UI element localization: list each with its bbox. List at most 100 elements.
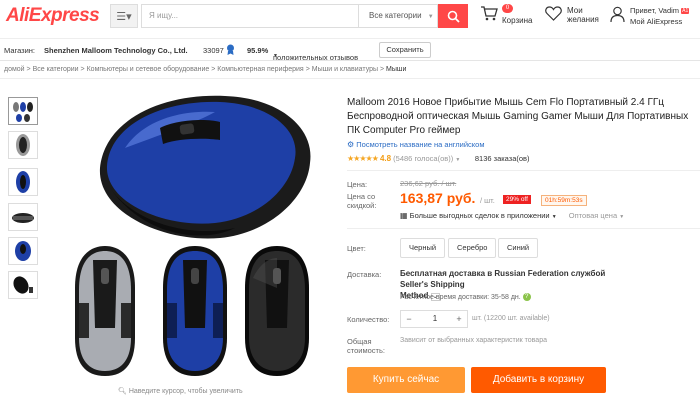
- cart-icon: [481, 6, 498, 21]
- chevron-down-icon: ▼: [551, 214, 557, 220]
- total-label: Общая стоимость:: [347, 337, 385, 355]
- rating-score: 4.8: [379, 154, 392, 163]
- breadcrumb-item[interactable]: Компьютерная периферия: [217, 66, 303, 73]
- total-label-line2: стоимость:: [347, 346, 385, 355]
- color-option-silver[interactable]: Серебро: [448, 238, 497, 258]
- total-label-line1: Общая: [347, 337, 372, 346]
- wishlist-label-line2: желания: [567, 15, 599, 24]
- breadcrumb-separator: >: [380, 66, 385, 73]
- rating-row: ★★★★★ 4.8 (5486 голоса(ов)) ▼ 8136 заказ…: [347, 154, 530, 163]
- app-deals-link[interactable]: Больше выгодных сделок в приложении: [410, 211, 550, 220]
- mouse-thumbnail-image: [13, 276, 33, 294]
- thumbnail-6[interactable]: [8, 271, 38, 299]
- wholesale-price-link[interactable]: Оптовая цена ▼: [569, 211, 624, 220]
- quantity-input[interactable]: 1: [417, 311, 453, 327]
- color-label: Цвет:: [347, 244, 366, 253]
- color-option-black[interactable]: Черный: [400, 238, 446, 258]
- breadcrumb-item[interactable]: Компьютеры и сетевое оборудование: [87, 66, 210, 73]
- chevron-down-icon: ▼: [619, 214, 625, 220]
- quantity-available: шт. (12200 шт. available): [472, 315, 550, 322]
- rating-stars-icon: ★★★★★: [347, 154, 379, 163]
- search-button[interactable]: [438, 4, 468, 28]
- translate-icon: ⚙: [347, 140, 355, 149]
- old-price: 236,62 руб. / шт.: [400, 179, 457, 188]
- mouse-thumbnail-image: [12, 213, 34, 223]
- save-store-button[interactable]: Сохранить: [379, 42, 431, 58]
- help-icon[interactable]: ?: [522, 293, 531, 301]
- positive-label-text: положительных отзывов: [273, 53, 359, 62]
- aliexpress-logo[interactable]: AliExpress: [6, 5, 100, 27]
- shipping-label: Доставка:: [347, 270, 382, 279]
- discount-label-line2: скидкой:: [347, 201, 377, 210]
- wholesale-price-label: Оптовая цена: [568, 211, 618, 220]
- thumbnail-5[interactable]: [8, 237, 38, 265]
- breadcrumb-separator: >: [26, 66, 31, 73]
- translate-link-text: Посмотреть название на английском: [356, 140, 485, 149]
- breadcrumb-item[interactable]: Все категории: [33, 66, 79, 73]
- breadcrumb-separator: >: [80, 66, 85, 73]
- chevron-down-icon: ▼: [273, 53, 278, 59]
- account-level-badge: A1: [681, 8, 690, 15]
- account-menu[interactable]: Привет, Vadim A1 Мой AliExpress: [610, 4, 700, 32]
- divider: [0, 78, 700, 79]
- cart-count-badge: 0: [502, 4, 513, 13]
- chevron-down-icon: ▼: [427, 14, 434, 20]
- wishlist-link[interactable]: Мои желания: [545, 4, 605, 32]
- color-option-blue[interactable]: Синий: [498, 238, 539, 258]
- zoom-hint-text: Наведите курсор, чтобы увеличить: [128, 388, 243, 395]
- divider: [347, 228, 700, 229]
- category-select[interactable]: Все категории ▼: [358, 4, 438, 28]
- thumbnail-2[interactable]: [8, 131, 38, 159]
- delivery-time: Расчетное время доставки: 35-58 дн. ?: [400, 293, 531, 301]
- thumbnail-4[interactable]: [8, 203, 38, 231]
- zoom-hint: 🔍︎ Наведите курсор, чтобы увеличить: [118, 387, 243, 395]
- blue-mouse-front: [163, 246, 227, 376]
- breadcrumb-separator: >: [211, 66, 216, 73]
- shipping-method-line1: Бесплатная доставка в Russian Federation…: [400, 269, 606, 289]
- cart-link[interactable]: 0 Корзина: [480, 4, 540, 32]
- breadcrumb-current: Мыши: [386, 66, 407, 73]
- search-input[interactable]: Я ищу...: [141, 4, 359, 28]
- thumbnail-1[interactable]: [8, 97, 38, 125]
- store-name[interactable]: Shenzhen Malloom Technology Co., Ltd.: [44, 46, 188, 55]
- price-label: Цена:: [347, 180, 368, 189]
- magnifier-icon: 🔍︎: [118, 388, 127, 395]
- main-product-image[interactable]: [55, 88, 335, 383]
- orders-count: 8136 заказа(ов): [474, 154, 530, 163]
- quantity-stepper: − 1 +: [400, 310, 468, 328]
- store-bar: Магазин: Shenzhen Malloom Technology Co.…: [0, 38, 700, 62]
- per-unit: / шт.: [480, 196, 495, 205]
- black-mouse: [245, 246, 309, 376]
- account-greeting: Привет, Vadim A1: [630, 6, 690, 15]
- breadcrumb: домой > Все категории > Компьютеры и сет…: [4, 66, 406, 73]
- add-to-cart-button[interactable]: Добавить в корзину: [471, 367, 606, 393]
- mouse-thumbnail-image: [16, 134, 30, 156]
- quantity-increase-button[interactable]: +: [451, 311, 467, 327]
- greeting-text: Привет, Vadim: [630, 6, 680, 15]
- my-aliexpress-label: Мой AliExpress: [630, 17, 683, 26]
- app-deals-row: ▦ Больше выгодных сделок в приложении ▼ …: [400, 211, 624, 220]
- wishlist-label: Мои желания: [567, 6, 599, 24]
- rating-votes[interactable]: (5486 голоса(ов)): [393, 154, 453, 163]
- quantity-decrease-button[interactable]: −: [401, 311, 417, 327]
- positive-percent: 95.9%: [247, 46, 269, 55]
- chevron-down-icon: ▼: [455, 157, 461, 163]
- delivery-time-text: Расчетное время доставки: 35-58 дн.: [400, 293, 521, 301]
- wishlist-label-line1: Мои: [567, 6, 583, 15]
- menu-button[interactable]: ☰▾: [110, 4, 138, 28]
- discount-price: 163,87 руб.: [400, 190, 476, 206]
- translate-link[interactable]: ⚙ Посмотреть название на английском: [347, 140, 485, 149]
- buy-now-button[interactable]: Купить сейчас: [347, 367, 465, 393]
- breadcrumb-item[interactable]: Мыши и клавиатуры: [312, 66, 378, 73]
- user-icon: [610, 6, 625, 23]
- store-score: 33097: [203, 46, 224, 55]
- countdown-timer: 01h:59m:53s: [541, 195, 587, 206]
- heart-icon: [545, 6, 562, 21]
- discount-badge: 29% off: [503, 195, 531, 204]
- mouse-thumbnail-image: [13, 102, 33, 122]
- breadcrumb-item[interactable]: домой: [4, 66, 25, 73]
- silver-mouse: [75, 246, 135, 376]
- hamburger-icon: ☰▾: [116, 10, 132, 23]
- thumbnail-3[interactable]: [8, 168, 38, 196]
- header: AliExpress ☰▾ Я ищу... Все категории ▼ 0…: [0, 0, 700, 36]
